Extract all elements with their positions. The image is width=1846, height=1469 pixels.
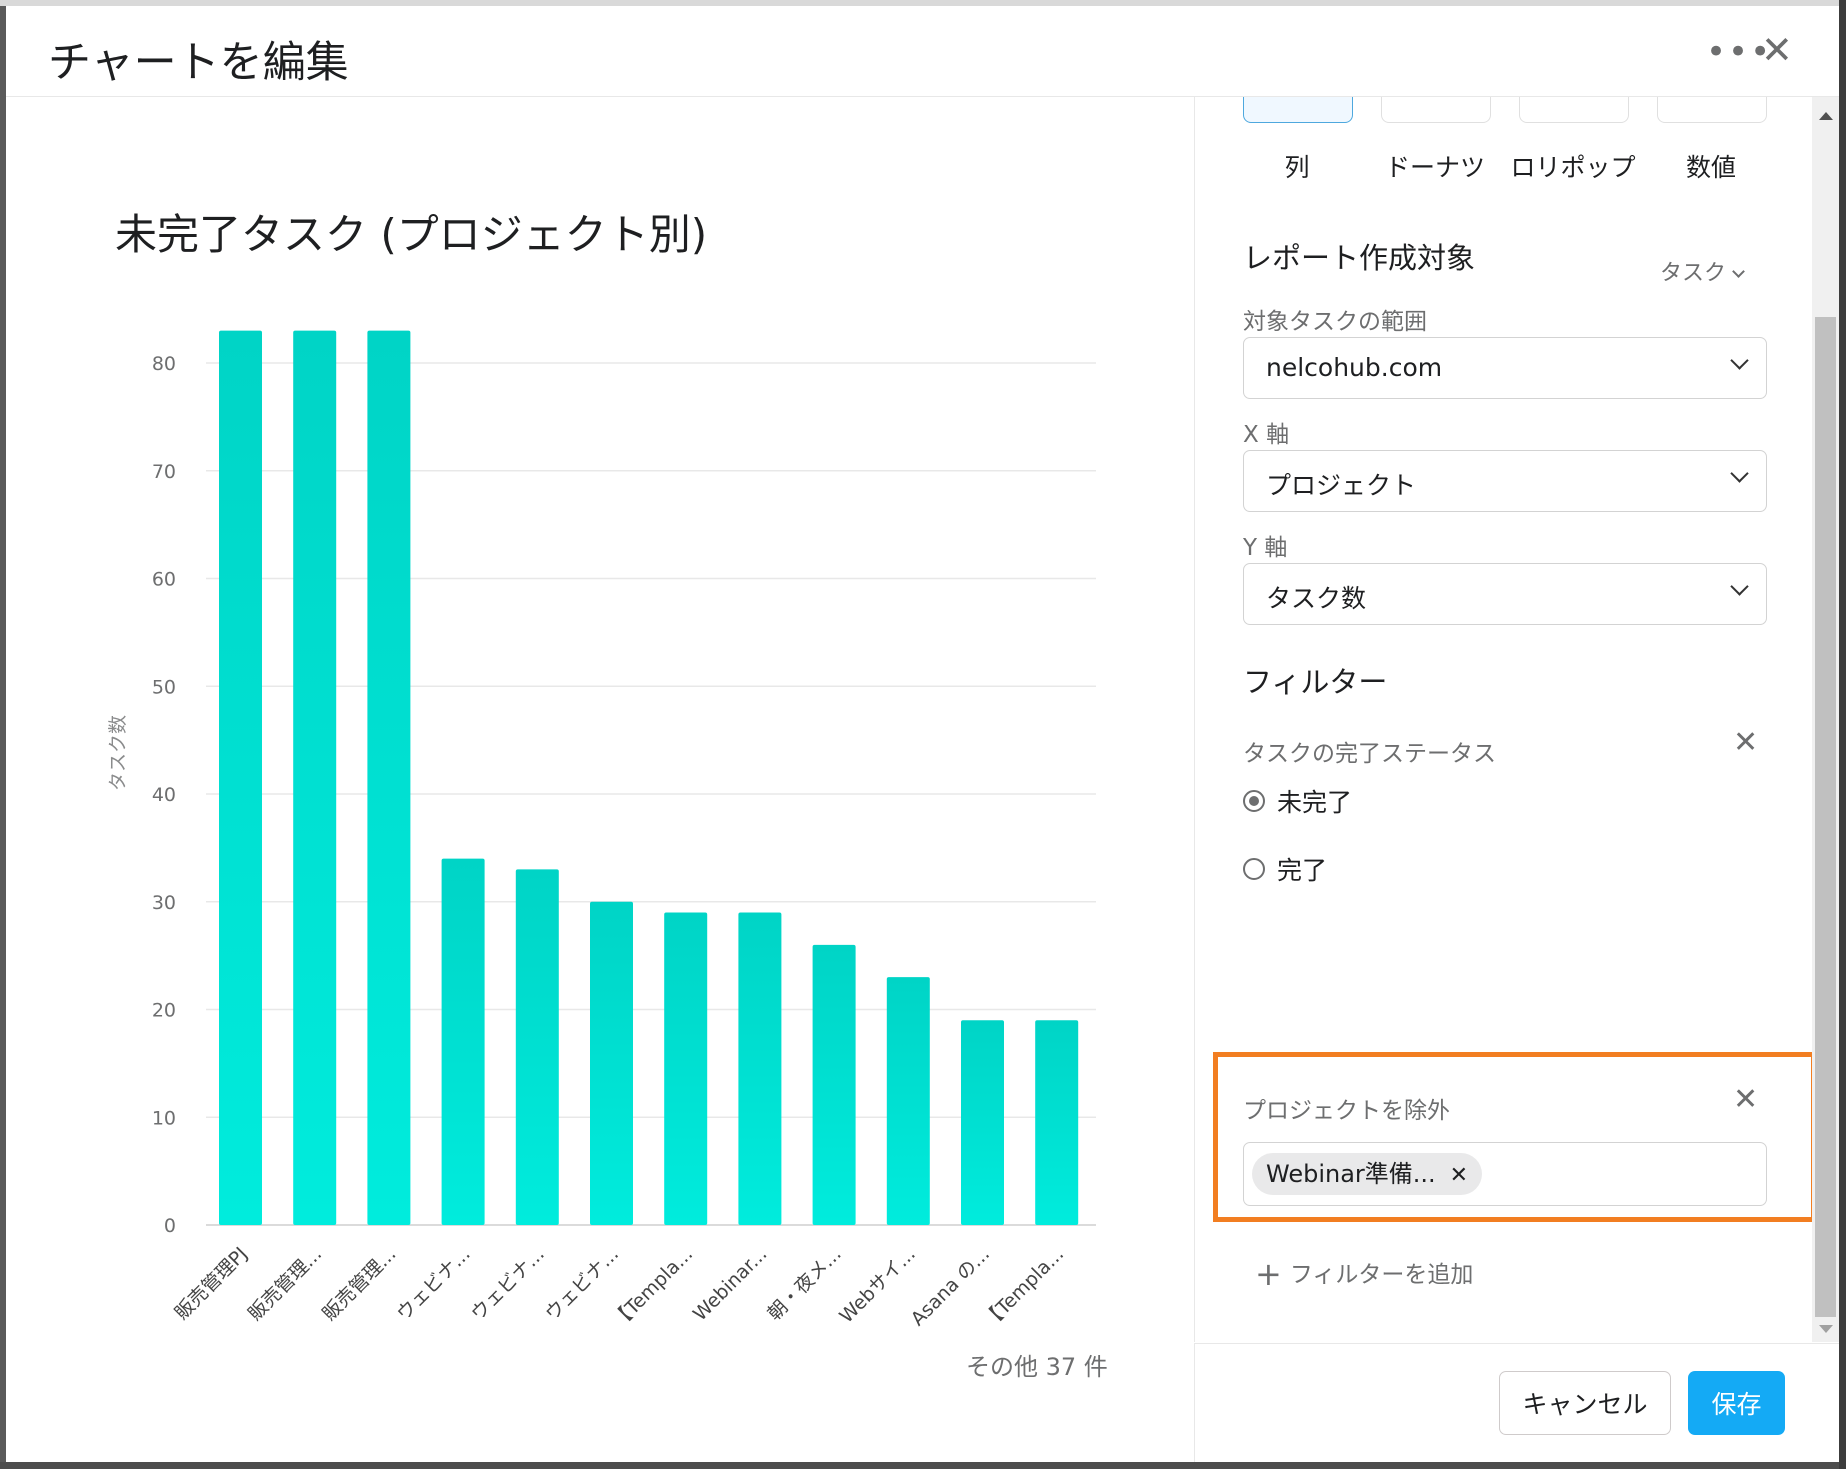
report-target-value: タスク: [1660, 261, 1727, 286]
dialog-title: チャートを編集: [48, 38, 349, 88]
x-tick-label: Webinar...: [689, 1243, 771, 1325]
remove-exclude-filter-icon[interactable]: ✕: [1733, 1082, 1758, 1117]
x-tick-label: 【Templa...: [608, 1243, 698, 1333]
bar[interactable]: [219, 330, 262, 1225]
others-count[interactable]: その他 37 件: [966, 1347, 1108, 1382]
chart-type-donut-label[interactable]: ドーナツ: [1366, 149, 1504, 187]
y-tick-label: 50: [152, 676, 176, 698]
edit-chart-dialog: チャートを編集 ••• ✕ 未完了タスク (プロジェクト別) 0 10 20 30 40…: [6, 6, 1839, 1462]
bar[interactable]: [441, 858, 485, 1225]
chart-type-number-label[interactable]: 数値: [1642, 149, 1780, 187]
cancel-button[interactable]: キャンセル: [1499, 1371, 1671, 1435]
x-axis-label: X 軸: [1243, 422, 1290, 448]
x-tick-label: 販売管理PJ: [171, 1243, 252, 1324]
chevron-down-icon: [1732, 265, 1745, 278]
y-tick-label: 60: [152, 569, 176, 591]
scope-value: nelcohub.com: [1266, 353, 1443, 382]
close-icon[interactable]: ✕: [1761, 28, 1793, 72]
y-tick-label: 70: [152, 461, 176, 483]
scroll-thumb[interactable]: [1815, 317, 1836, 1317]
project-chip: Webinar準備... ✕: [1252, 1153, 1483, 1195]
chart-type-number-tile[interactable]: [1657, 97, 1767, 123]
chip-remove-icon[interactable]: ✕: [1450, 1163, 1468, 1188]
chevron-down-icon: [1730, 464, 1749, 483]
chart-type-lollipop-label[interactable]: ロリポップ: [1509, 149, 1637, 187]
chart-type-column-label[interactable]: 列: [1228, 149, 1366, 187]
chart-type-donut-tile[interactable]: [1381, 97, 1491, 123]
y-axis-label: Y 軸: [1243, 535, 1288, 561]
save-button[interactable]: 保存: [1688, 1371, 1785, 1435]
bar[interactable]: [886, 977, 930, 1225]
x-tick-label: ウェビナ...: [393, 1243, 475, 1325]
chart-preview: 未完了タスク (プロジェクト別) 0 10 20 30 40 50 60 70 80 販売管理P…: [6, 97, 1194, 1462]
report-target-dropdown[interactable]: タスク: [1660, 255, 1745, 287]
bar-chart: 01020304050607080 販売管理PJ販売管理...販売管理...ウェ…: [107, 330, 1096, 1333]
status-option-label: 完了: [1277, 856, 1328, 885]
radio-checked-icon[interactable]: [1243, 790, 1265, 812]
chevron-down-icon: [1730, 351, 1749, 370]
bar[interactable]: [367, 330, 411, 1225]
y-tick-label: 0: [164, 1215, 176, 1237]
add-filter-label: フィルターを追加: [1289, 1262, 1474, 1288]
radio-unchecked-icon[interactable]: [1243, 858, 1265, 880]
exclude-project-label: プロジェクトを除外: [1243, 1098, 1450, 1124]
chart-type-lollipop-tile[interactable]: [1519, 97, 1629, 123]
x-tick-label: 朝・夜メ...: [764, 1243, 846, 1325]
status-option-incomplete[interactable]: 未完了: [1243, 783, 1352, 819]
y-axis-select[interactable]: タスク数: [1243, 563, 1767, 625]
dialog-header: チャートを編集 ••• ✕: [6, 6, 1839, 97]
bar[interactable]: [293, 330, 337, 1225]
chip-label: Webinar準備...: [1266, 1160, 1436, 1188]
x-tick-label: 【Templa...: [979, 1243, 1069, 1333]
bar[interactable]: [515, 869, 559, 1225]
scope-label: 対象タスクの範囲: [1243, 309, 1427, 335]
x-tick-label: 販売管理...: [318, 1243, 400, 1325]
bar[interactable]: [738, 912, 782, 1225]
y-axis-value: タスク数: [1266, 584, 1367, 613]
bar[interactable]: [664, 912, 708, 1225]
y-tick-label: 30: [152, 892, 176, 914]
y-tick-label: 40: [152, 784, 176, 806]
settings-panel: 列 ドーナツ ロリポップ 数値 レポート作成対象 タスク 対象タスクの範囲 ne…: [1194, 97, 1839, 1342]
y-tick-label: 20: [152, 1000, 176, 1022]
scroll-up-icon[interactable]: [1819, 112, 1833, 120]
y-tick-label: 10: [152, 1107, 176, 1129]
filters-heading: フィルター: [1243, 665, 1388, 699]
plus-icon: +: [1255, 1254, 1282, 1293]
bar[interactable]: [961, 1020, 1004, 1225]
report-target-heading: レポート作成対象: [1243, 241, 1476, 275]
remove-status-filter-icon[interactable]: ✕: [1733, 725, 1758, 760]
status-option-label: 未完了: [1277, 788, 1353, 817]
y-tick-label: 80: [152, 353, 176, 375]
bar[interactable]: [590, 901, 633, 1225]
scroll-down-icon[interactable]: [1819, 1325, 1833, 1333]
status-filter-label: タスクの完了ステータス: [1243, 741, 1496, 767]
status-option-complete[interactable]: 完了: [1243, 851, 1327, 887]
dialog-footer: キャンセル 保存: [1194, 1343, 1839, 1462]
exclude-project-input[interactable]: Webinar準備... ✕: [1243, 1142, 1767, 1206]
scope-select[interactable]: nelcohub.com: [1243, 337, 1767, 399]
add-filter-button[interactable]: + フィルターを追加: [1255, 1255, 1473, 1295]
x-tick-label: ウェビナ...: [467, 1243, 549, 1325]
bar[interactable]: [812, 944, 856, 1225]
bar[interactable]: [1035, 1020, 1079, 1225]
x-tick-label: 販売管理...: [244, 1243, 326, 1325]
x-axis-value: プロジェクト: [1266, 471, 1417, 500]
panel-scrollbar[interactable]: [1812, 97, 1839, 1342]
chart-type-column-tile[interactable]: [1243, 97, 1353, 123]
chevron-down-icon: [1730, 577, 1749, 596]
y-axis-title: タスク数: [107, 715, 129, 791]
background-app-right: [1839, 0, 1846, 1469]
background-app-bottom: [0, 1462, 1846, 1469]
x-axis-select[interactable]: プロジェクト: [1243, 450, 1767, 512]
